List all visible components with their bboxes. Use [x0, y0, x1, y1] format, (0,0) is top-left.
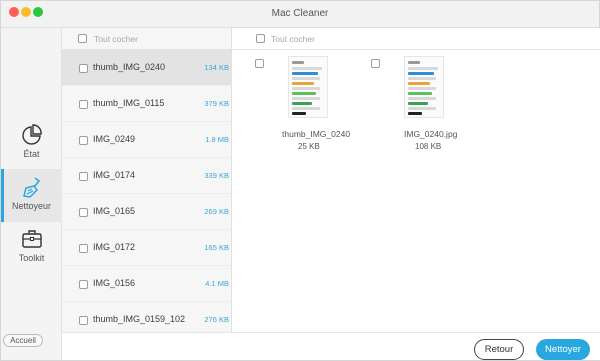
file-name: IMG_0249 — [93, 134, 136, 144]
file-list-header: Tout cocher — [62, 28, 231, 50]
detail-header: Tout cocher — [232, 28, 600, 50]
list-item[interactable]: IMG_0249 1.8 MB — [62, 122, 232, 158]
file-name: IMG_0172 — [93, 242, 136, 252]
row-checkbox[interactable] — [79, 136, 88, 145]
image-thumbnail[interactable] — [288, 56, 328, 118]
pie-chart-icon — [21, 124, 42, 145]
back-button[interactable]: Retour — [474, 339, 524, 360]
file-name: thumb_IMG_0115 — [93, 98, 165, 108]
row-checkbox[interactable] — [79, 208, 88, 217]
window-title: Mac Cleaner — [271, 8, 329, 19]
broom-icon — [22, 177, 40, 198]
file-size: 1.8 MB — [205, 135, 229, 144]
file-detail-pane: Tout cocher thumb_IMG_0240 25 KB IMG_024… — [232, 28, 600, 332]
file-size: 165 KB — [204, 243, 229, 252]
clean-button[interactable]: Nettoyer — [536, 339, 590, 360]
list-item[interactable]: IMG_0172 165 KB — [62, 230, 232, 266]
home-button[interactable]: Accueil — [3, 334, 43, 347]
file-size: 276 KB — [204, 315, 229, 324]
title-bar: Mac Cleaner — [1, 1, 599, 28]
thumbnail-checkbox[interactable] — [255, 59, 264, 68]
list-item[interactable]: IMG_0174 339 KB — [62, 158, 232, 194]
sidebar-item-label: Toolkit — [18, 253, 45, 263]
list-item[interactable]: IMG_0156 4.1 MB — [62, 266, 232, 302]
footer-bar: Retour Nettoyer — [62, 332, 600, 360]
list-item[interactable]: thumb_IMG_0159_102 276 KB — [62, 302, 232, 332]
thumbnail-checkbox[interactable] — [371, 59, 380, 68]
file-name: IMG_0165 — [93, 206, 136, 216]
sidebar-item-label: État — [23, 149, 40, 159]
file-list: Tout cocher thumb_IMG_0240 134 KB thumb_… — [62, 28, 232, 332]
file-name: IMG_0174 — [93, 170, 136, 180]
thumbnail-file-size: 25 KB — [298, 142, 320, 151]
sidebar-item-etat[interactable]: État — [1, 121, 62, 169]
toolbox-icon — [21, 230, 42, 248]
file-size: 134 KB — [204, 63, 229, 72]
file-size: 339 KB — [204, 171, 229, 180]
thumbnail-file-name: thumb_IMG_0240 — [282, 129, 351, 139]
row-checkbox[interactable] — [79, 100, 88, 109]
file-name: thumb_IMG_0240 — [93, 62, 166, 72]
row-checkbox[interactable] — [79, 244, 88, 253]
sidebar-item-toolkit[interactable]: Toolkit — [1, 228, 62, 272]
file-name: thumb_IMG_0159_102 — [93, 314, 186, 324]
detail-select-all-checkbox[interactable] — [256, 34, 265, 43]
sidebar-item-label: Nettoyeur — [11, 201, 52, 211]
file-size: 269 KB — [204, 207, 229, 216]
select-all-checkbox[interactable] — [78, 34, 87, 43]
sidebar: État Nettoyeur Toolkit Accueil — [1, 28, 62, 360]
list-item[interactable]: IMG_0165 269 KB — [62, 194, 232, 230]
select-all-label: Tout cocher — [94, 34, 138, 44]
row-checkbox[interactable] — [79, 280, 88, 289]
list-item[interactable]: thumb_IMG_0240 134 KB — [62, 50, 232, 86]
row-checkbox[interactable] — [79, 64, 88, 73]
detail-select-all-label: Tout cocher — [271, 34, 315, 44]
file-size: 4.1 MB — [205, 279, 229, 288]
file-name: IMG_0156 — [93, 278, 136, 288]
thumbnail-file-name: IMG_0240.jpg — [404, 129, 458, 139]
app-window: Mac Cleaner État Nettoyeur Toolkit Accue… — [0, 0, 600, 361]
row-checkbox[interactable] — [79, 316, 88, 325]
list-item[interactable]: thumb_IMG_0115 379 KB — [62, 86, 232, 122]
image-thumbnail[interactable] — [404, 56, 444, 118]
thumbnail-file-size: 108 KB — [415, 142, 442, 151]
sidebar-item-nettoyeur[interactable]: Nettoyeur — [1, 169, 62, 222]
file-size: 379 KB — [204, 99, 229, 108]
row-checkbox[interactable] — [79, 172, 88, 181]
